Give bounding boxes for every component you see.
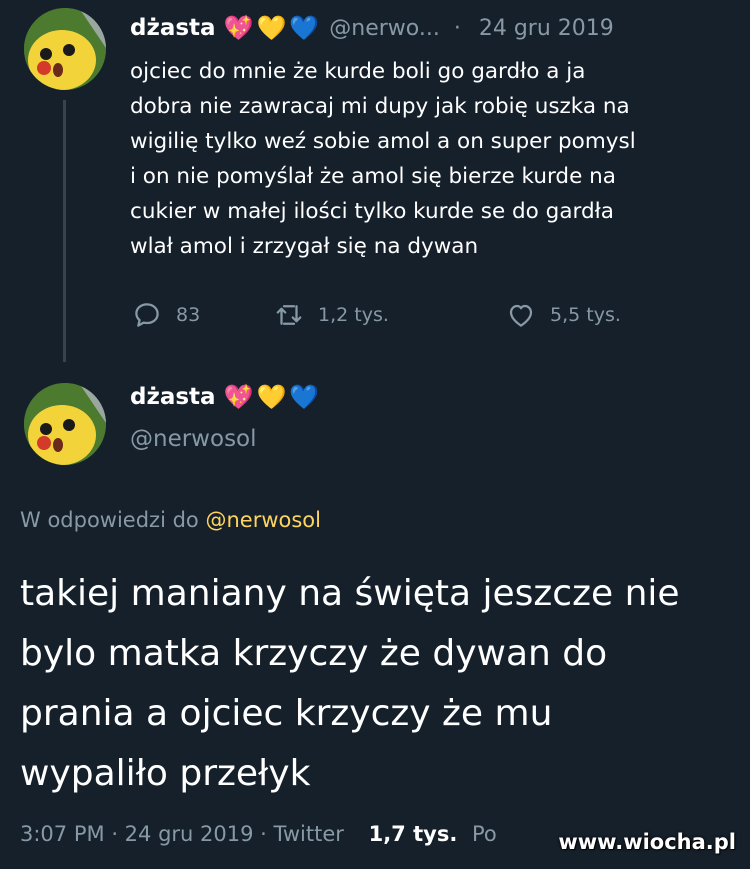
watermark: www.wiocha.pl [558, 830, 736, 854]
tweet-meta: 3:07 PM · 24 gru 2019 · Twitter 1,7 tys.… [20, 822, 497, 846]
pikachu-avatar-icon [24, 383, 106, 465]
reply-handle-link[interactable]: @nerwosol [205, 508, 321, 532]
sparkling-heart-icon: 💖 [223, 14, 254, 42]
tweet-time[interactable]: 3:07 PM [20, 822, 105, 846]
reply-context: W odpowiedzi do @nerwosol [20, 508, 321, 532]
blue-heart-icon: 💙 [289, 14, 320, 42]
yellow-heart-icon: 💛 [256, 383, 287, 411]
like-count: 5,5 tys. [550, 304, 621, 326]
blue-heart-icon: 💙 [289, 383, 320, 411]
pikachu-avatar-icon [24, 8, 106, 90]
display-name[interactable]: dżasta [130, 384, 216, 410]
speech-bubble-icon [135, 303, 159, 327]
tweet2-name-row: dżasta 💖 💛 💙 [130, 384, 319, 410]
date-separator: · [453, 15, 461, 41]
avatar[interactable] [24, 383, 106, 465]
reply-button[interactable]: 83 [132, 300, 274, 330]
tweet-date[interactable]: 24 gru 2019 [125, 822, 254, 846]
retweet-arrows-icon [276, 305, 302, 325]
emoji-group: 💖 💛 💙 [224, 385, 320, 409]
reply-count: 83 [176, 304, 201, 326]
heart-icon [509, 304, 533, 327]
user-handle[interactable]: @nerwo... [329, 16, 440, 41]
tweet-actions: 83 1,2 tys. 5,5 tys. [132, 300, 621, 330]
tweet-source[interactable]: Twitter [274, 822, 344, 846]
emoji-group: 💖 💛 💙 [224, 16, 320, 40]
tweet-text: takiej maniany na święta jeszcze nie byl… [20, 573, 680, 794]
like-button[interactable]: 5,5 tys. [506, 300, 621, 330]
tweet-date[interactable]: 24 gru 2019 [479, 16, 614, 41]
retweet-count: 1,2 tys. [318, 304, 389, 326]
reply-prefix: W odpowiedzi do [20, 508, 199, 532]
sparkling-heart-icon: 💖 [223, 383, 254, 411]
user-handle[interactable]: @nerwosol [130, 426, 257, 452]
yellow-heart-icon: 💛 [256, 14, 287, 42]
tweet-text: ojciec do mnie że kurde boli go gardło a… [130, 59, 636, 259]
likes-label[interactable]: Po [472, 822, 497, 846]
display-name[interactable]: dżasta [130, 15, 216, 41]
likes-count[interactable]: 1,7 tys. [369, 822, 458, 846]
tweet1-header: dżasta 💖 💛 💙 @nerwo... · 24 gru 2019 [130, 10, 614, 46]
retweet-button[interactable]: 1,2 tys. [274, 300, 506, 330]
thread-line [63, 100, 66, 362]
avatar[interactable] [24, 8, 106, 90]
